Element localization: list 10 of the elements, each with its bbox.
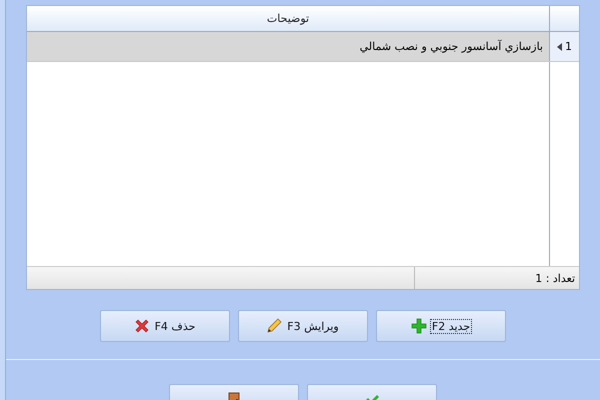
close-icon <box>134 318 150 334</box>
edit-button[interactable]: ویرایش F3 <box>238 310 368 342</box>
record-count: تعداد : 1 <box>535 272 575 284</box>
pencil-icon <box>266 318 282 334</box>
row-pointer-icon <box>557 42 562 50</box>
plus-icon <box>410 318 427 334</box>
delete-button[interactable]: حذف F4 <box>100 310 230 342</box>
table-cell[interactable]: بازسازي آسانسور جنوبي و نصب شمالي <box>27 32 549 61</box>
add-button[interactable]: جدید F2 <box>376 310 506 342</box>
row-number: 1 <box>565 40 572 53</box>
